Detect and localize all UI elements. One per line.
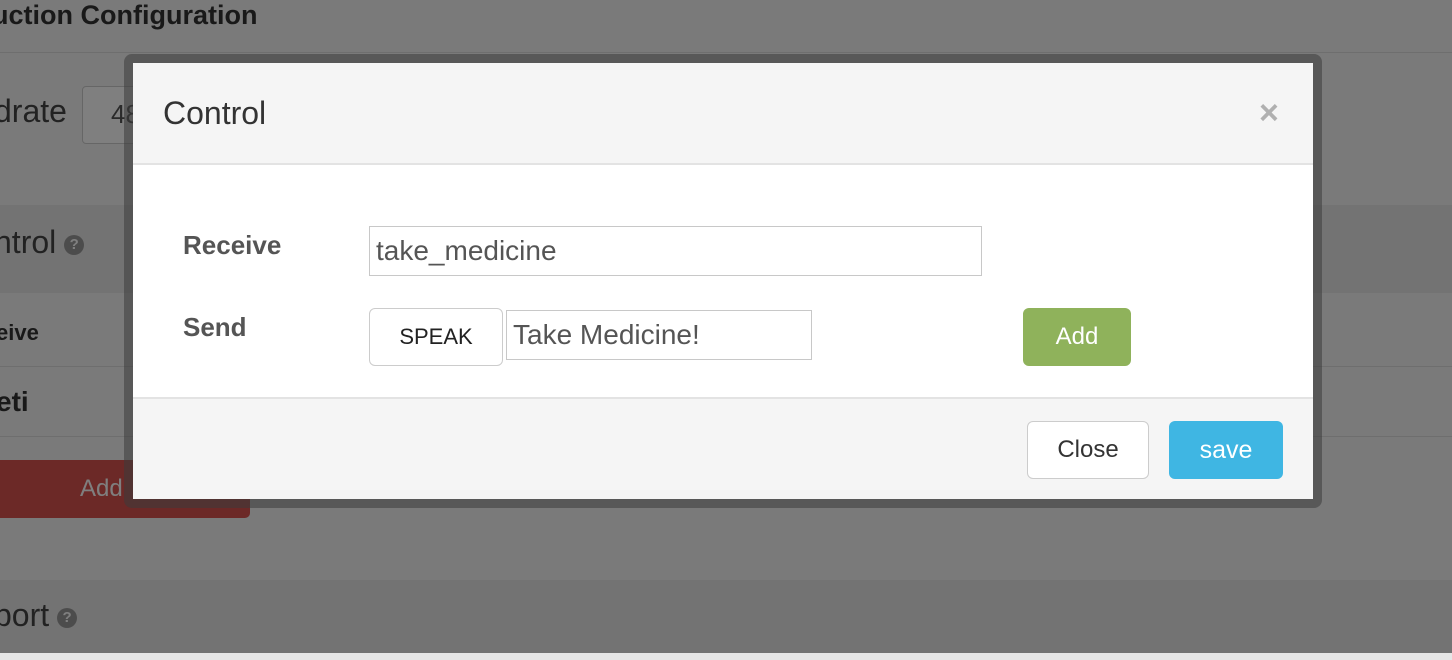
receive-label: Receive (183, 230, 282, 260)
send-message-input[interactable] (506, 310, 812, 360)
close-icon[interactable]: × (1259, 96, 1279, 130)
modal-header: Control × (133, 63, 1313, 165)
receive-input[interactable] (369, 226, 982, 276)
save-button[interactable]: save (1169, 421, 1283, 479)
control-modal: Control × Receive Send SPEAK Add Close s… (133, 63, 1313, 499)
modal-footer: Close save (133, 397, 1313, 499)
send-type-button[interactable]: SPEAK (369, 308, 503, 366)
close-button[interactable]: Close (1027, 421, 1149, 479)
send-label: Send (183, 312, 247, 342)
modal-title: Control (163, 95, 267, 131)
add-button[interactable]: Add (1023, 308, 1131, 366)
